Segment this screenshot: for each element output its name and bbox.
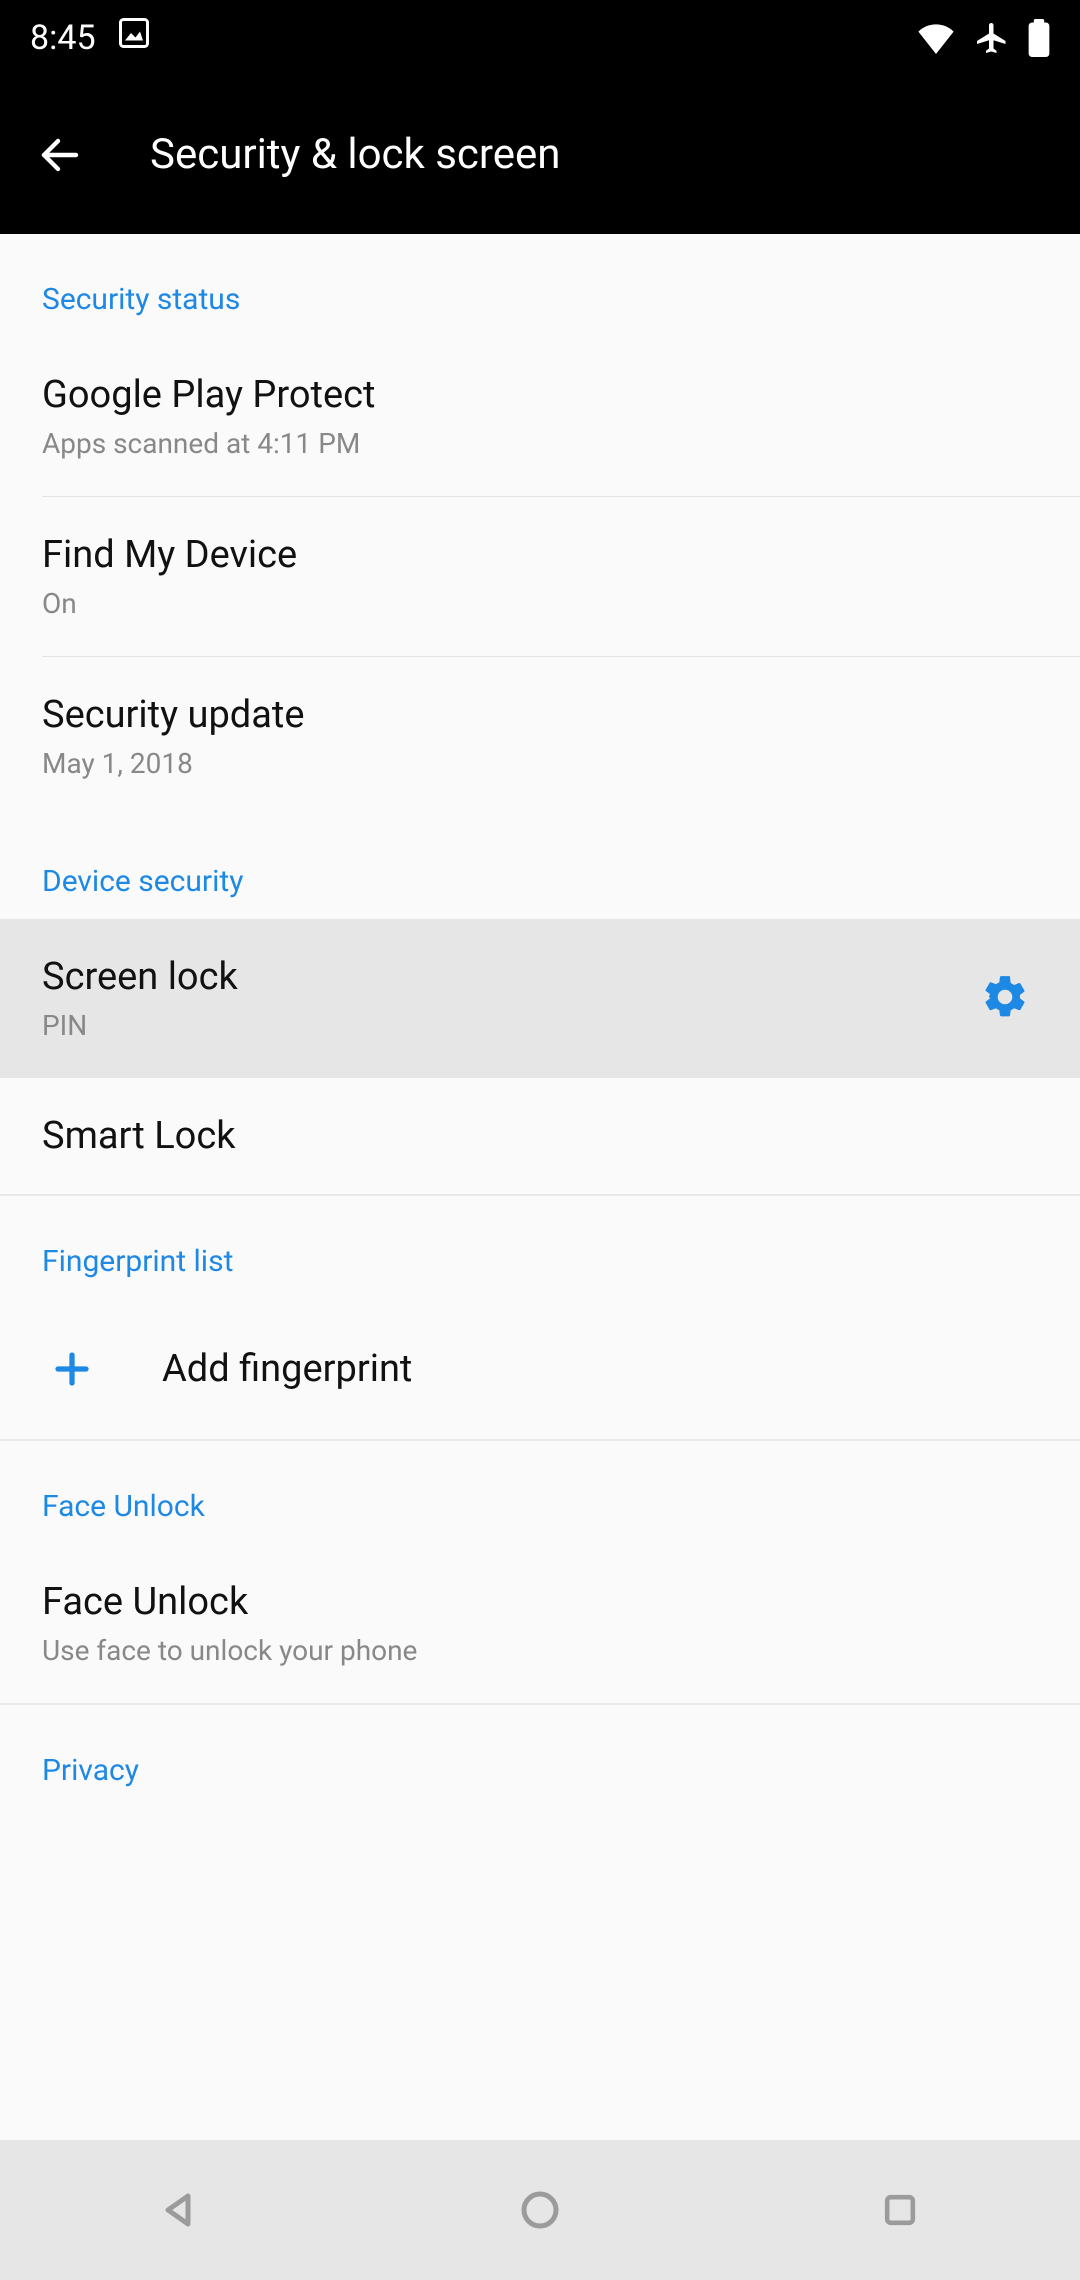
item-find-my-device[interactable]: Find My Device On: [0, 497, 1080, 656]
item-subtitle: Apps scanned at 4:11 PM: [42, 427, 1038, 460]
status-time: 8:45: [30, 18, 96, 58]
app-bar: Security & lock screen: [0, 75, 1080, 234]
image-icon: [116, 15, 152, 60]
nav-recent-button[interactable]: [820, 2170, 980, 2250]
section-header-fingerprint: Fingerprint list: [0, 1196, 1080, 1299]
item-add-fingerprint[interactable]: Add fingerprint: [0, 1299, 1080, 1439]
item-subtitle: PIN: [42, 1009, 1038, 1042]
back-button[interactable]: [30, 125, 90, 185]
item-title: Find My Device: [42, 533, 1038, 577]
item-title: Security update: [42, 693, 1038, 737]
airplane-icon: [974, 20, 1010, 56]
status-bar: 8:45: [0, 0, 1080, 75]
battery-icon: [1028, 19, 1050, 57]
gear-icon: [980, 1007, 1030, 1026]
nav-back-button[interactable]: [100, 2170, 260, 2250]
item-security-update[interactable]: Security update May 1, 2018: [0, 657, 1080, 816]
plus-icon: [42, 1348, 102, 1390]
item-google-play-protect[interactable]: Google Play Protect Apps scanned at 4:11…: [0, 337, 1080, 496]
navigation-bar: [0, 2140, 1080, 2280]
item-title: Add fingerprint: [162, 1347, 412, 1391]
page-title: Security & lock screen: [150, 130, 560, 179]
item-title: Screen lock: [42, 955, 1038, 999]
item-subtitle: May 1, 2018: [42, 747, 1038, 780]
nav-home-button[interactable]: [460, 2170, 620, 2250]
item-subtitle: Use face to unlock your phone: [42, 1634, 1038, 1667]
section-header-face-unlock: Face Unlock: [0, 1441, 1080, 1544]
item-screen-lock[interactable]: Screen lock PIN: [0, 919, 1080, 1078]
item-smart-lock[interactable]: Smart Lock: [0, 1078, 1080, 1194]
wifi-icon: [916, 22, 956, 54]
section-header-security-status: Security status: [0, 234, 1080, 337]
item-title: Face Unlock: [42, 1580, 1038, 1624]
content-scroll[interactable]: Security status Google Play Protect Apps…: [0, 234, 1080, 2140]
item-face-unlock[interactable]: Face Unlock Use face to unlock your phon…: [0, 1544, 1080, 1703]
section-header-device-security: Device security: [0, 816, 1080, 919]
item-title: Google Play Protect: [42, 373, 1038, 417]
item-title: Smart Lock: [42, 1114, 1038, 1158]
section-header-privacy: Privacy: [0, 1705, 1080, 1788]
screen-lock-settings-button[interactable]: [980, 972, 1030, 1026]
item-subtitle: On: [42, 587, 1038, 620]
